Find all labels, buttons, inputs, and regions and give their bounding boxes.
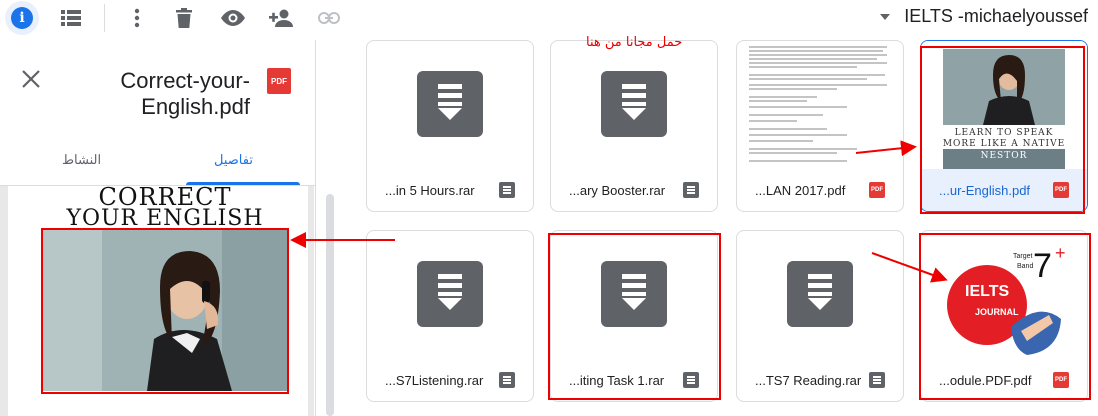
- file-grid: ...in 5 Hours.rar ...ary Booster.rar حمل…: [344, 35, 1098, 416]
- file-name: ...TS7 Reading.rar: [755, 372, 862, 388]
- archive-file-icon: [869, 372, 885, 388]
- file-name: ...odule.PDF.pdf: [939, 372, 1032, 388]
- trash-icon: [176, 8, 192, 28]
- file-card[interactable]: ...TS7 Reading.rar: [736, 230, 904, 402]
- pdf-file-icon: PDF: [869, 182, 885, 198]
- more-actions-button[interactable]: [120, 1, 154, 35]
- file-thumbnail: [551, 41, 717, 171]
- file-thumbnail: IELTS JOURNAL Target Band 7 +: [921, 231, 1087, 361]
- pdf-file-icon: PDF: [1053, 182, 1069, 198]
- cover-title-line2: YOUR ENGLISH: [66, 206, 264, 231]
- share-button[interactable]: [264, 1, 298, 35]
- archive-icon: [601, 261, 667, 327]
- file-card[interactable]: ...in 5 Hours.rar: [366, 40, 534, 212]
- file-name: ...iting Task 1.rar: [569, 372, 665, 388]
- file-thumbnail: [737, 231, 903, 361]
- file-card-footer: ...ur-English.pdf PDF: [921, 169, 1087, 211]
- preview-icon: [221, 10, 245, 26]
- archive-file-icon: [683, 372, 699, 388]
- share-icon: [269, 9, 293, 27]
- file-title: Correct-your-English.pdf: [120, 68, 250, 119]
- file-name: ...ary Booster.rar: [569, 182, 666, 198]
- file-card[interactable]: ...LAN 2017.pdf PDF: [736, 40, 904, 212]
- journal-logo-text: JOURNAL: [975, 307, 1019, 317]
- close-icon: [22, 70, 40, 88]
- archive-file-icon: [683, 182, 699, 198]
- file-card-footer: ...iting Task 1.rar: [551, 359, 717, 401]
- cover-photo: [42, 229, 287, 391]
- file-name: ...in 5 Hours.rar: [385, 182, 475, 198]
- file-card[interactable]: ...S7Listening.rar: [366, 230, 534, 402]
- close-panel-button[interactable]: [20, 68, 42, 90]
- band-label: Band: [1017, 263, 1034, 270]
- cover-subtitle-1: LEARN TO SPEAK: [954, 128, 1054, 138]
- document-preview: [749, 46, 887, 162]
- scrollbar[interactable]: [326, 194, 334, 416]
- file-name: ...S7Listening.rar: [385, 372, 484, 388]
- link-icon: [318, 12, 340, 24]
- folder-title-dropdown[interactable]: IELTS -michaelyoussef: [880, 6, 1088, 27]
- archive-icon: [417, 71, 483, 137]
- download-note: حمل مجانا من هنا: [586, 35, 683, 50]
- details-list-button[interactable]: [54, 1, 88, 35]
- archive-icon: [601, 71, 667, 137]
- file-card-footer: ...TS7 Reading.rar: [737, 359, 903, 401]
- get-link-button[interactable]: [312, 1, 346, 35]
- file-name: ...LAN 2017.pdf: [755, 182, 846, 198]
- file-card-footer: ...ary Booster.rar: [551, 169, 717, 211]
- details-panel: Correct-your-English.pdf PDF تفاصيل النش…: [0, 40, 316, 416]
- cover-author: NESTOR: [980, 151, 1028, 161]
- file-card-footer: ...S7Listening.rar: [367, 359, 533, 401]
- pdf-icon: PDF: [267, 68, 291, 94]
- archive-file-icon: [499, 372, 515, 388]
- preview-button[interactable]: [216, 1, 250, 35]
- band-plus: +: [1055, 243, 1066, 263]
- toolbar: i IELTS -michaelyoussef: [0, 0, 1098, 36]
- file-card[interactable]: ...ary Booster.rar: [550, 40, 718, 212]
- file-thumbnail: [367, 41, 533, 171]
- target-label: Target: [1013, 253, 1033, 260]
- ielts-logo-text: IELTS: [965, 283, 1010, 300]
- file-card-selected[interactable]: LEARN TO SPEAK MORE LIKE A NATIVE NESTOR…: [920, 40, 1088, 212]
- pdf-file-icon: PDF: [1053, 372, 1069, 388]
- file-thumbnail: [551, 231, 717, 361]
- info-icon: i: [11, 7, 33, 29]
- toolbar-divider: [104, 4, 105, 32]
- archive-file-icon: [499, 182, 515, 198]
- info-button[interactable]: i: [5, 1, 39, 35]
- more-icon: [134, 8, 140, 28]
- file-thumbnail: LEARN TO SPEAK MORE LIKE A NATIVE NESTOR: [921, 41, 1087, 171]
- file-card[interactable]: IELTS JOURNAL Target Band 7 + ...odule.P…: [920, 230, 1088, 402]
- file-thumbnail: [367, 231, 533, 361]
- folder-title-text: IELTS -michaelyoussef: [904, 6, 1088, 26]
- chevron-down-icon: [880, 13, 891, 20]
- panel-tabs: تفاصيل النشاط: [0, 140, 316, 186]
- file-name: ...ur-English.pdf: [939, 182, 1031, 198]
- file-card-footer: ...in 5 Hours.rar: [367, 169, 533, 211]
- file-card-footer: ...LAN 2017.pdf PDF: [737, 169, 903, 211]
- file-card[interactable]: ...iting Task 1.rar: [550, 230, 718, 402]
- details-icon: [61, 10, 81, 26]
- delete-button[interactable]: [167, 1, 201, 35]
- file-thumbnail: [737, 41, 903, 171]
- archive-icon: [417, 261, 483, 327]
- tab-activity[interactable]: النشاط: [62, 152, 101, 168]
- archive-icon: [787, 261, 853, 327]
- file-card-footer: ...odule.PDF.pdf PDF: [921, 359, 1087, 401]
- tab-details[interactable]: تفاصيل: [214, 152, 253, 168]
- cover-subtitle-2: MORE LIKE A NATIVE: [942, 139, 1066, 149]
- band-value: 7: [1033, 247, 1052, 285]
